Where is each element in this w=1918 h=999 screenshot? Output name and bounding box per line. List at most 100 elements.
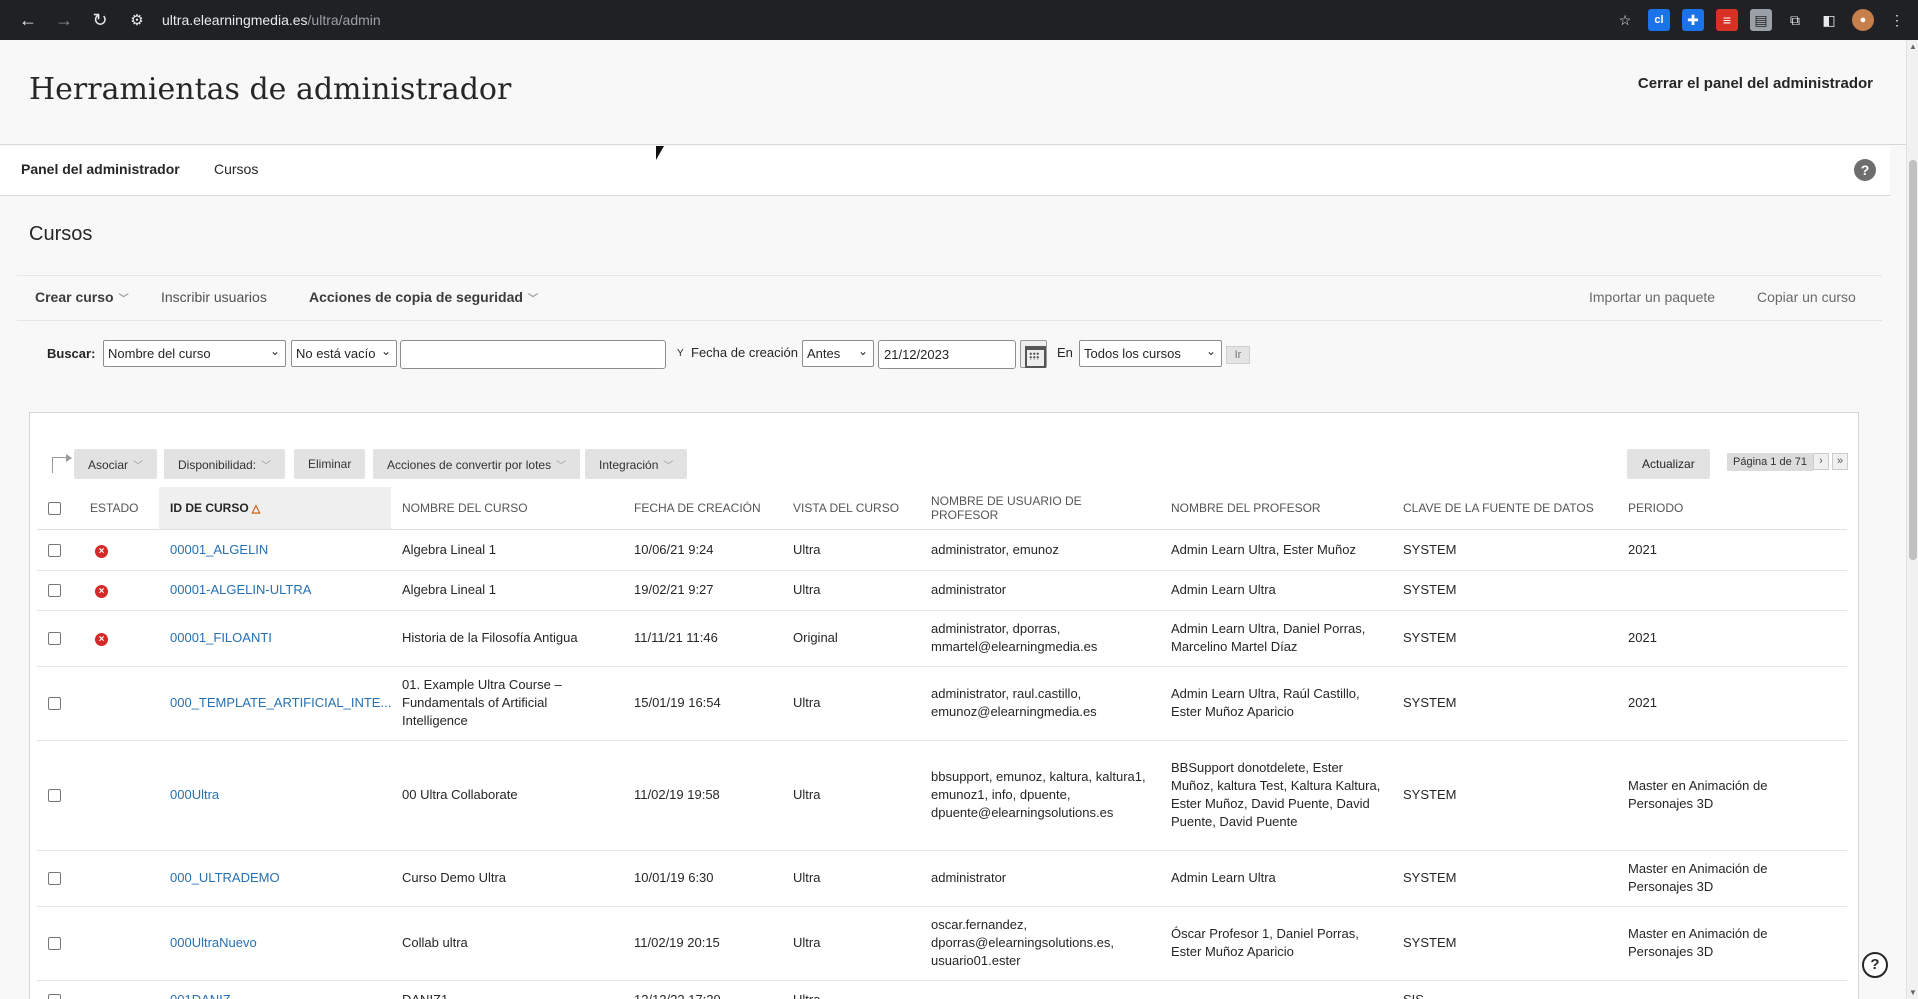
course-id-link[interactable]: 00001-ALGELIN-ULTRA bbox=[170, 582, 311, 597]
view-cell: Original bbox=[782, 610, 920, 667]
last-page-icon[interactable]: » bbox=[1832, 453, 1848, 470]
breadcrumb-courses: Cursos bbox=[214, 161, 259, 177]
instructor-users-cell: administrator bbox=[920, 570, 1160, 611]
courses-table-container: Asociar ﹀ Disponibilidad: ﹀ Eliminar Accio… bbox=[29, 412, 1859, 999]
row-select-cell bbox=[37, 666, 79, 741]
course-id-cell: 00001_ALGELIN bbox=[159, 529, 391, 571]
create-course-menu[interactable]: Crear curso ﹀ bbox=[35, 289, 129, 305]
course-id-cell: 000UltraNuevo bbox=[159, 906, 391, 981]
enroll-users-link[interactable]: Inscribir usuarios bbox=[161, 289, 267, 305]
scrollbar-thumb[interactable] bbox=[1909, 160, 1917, 560]
created-cell: 10/06/21 9:24 bbox=[623, 529, 782, 571]
batch-convert-label: Acciones de convertir por lotes bbox=[387, 458, 552, 472]
row-checkbox[interactable] bbox=[48, 697, 61, 711]
back-icon[interactable]: ← bbox=[10, 10, 46, 31]
browser-menu-icon[interactable]: ⋮ bbox=[1886, 9, 1908, 31]
course-id-link[interactable]: 00001_ALGELIN bbox=[170, 542, 268, 557]
help-icon[interactable]: ? bbox=[1854, 159, 1876, 181]
row-checkbox[interactable] bbox=[48, 789, 61, 803]
term-cell: 2021 bbox=[1617, 529, 1847, 571]
row-checkbox[interactable] bbox=[48, 543, 61, 557]
course-scope-select[interactable]: Todos los cursos ⌄ bbox=[1079, 340, 1222, 367]
bookmark-star-icon[interactable]: ☆ bbox=[1614, 9, 1636, 31]
date-input[interactable]: 21/12/2023 bbox=[878, 340, 1016, 369]
col-view[interactable]: VISTA DEL CURSO bbox=[782, 487, 920, 530]
date-operator-select[interactable]: Antes ⌄ bbox=[802, 340, 874, 367]
side-panel-icon[interactable]: ◧ bbox=[1818, 9, 1840, 31]
profile-avatar[interactable]: ● bbox=[1852, 9, 1874, 31]
extension-page-icon[interactable]: ▤ bbox=[1750, 9, 1772, 31]
data-source-cell: SYSTEM bbox=[1392, 529, 1617, 571]
table-row: 000UltraNuevo Collab ultra 11/02/19 20:1… bbox=[37, 906, 1847, 981]
availability-button[interactable]: Disponibilidad: ﹀ bbox=[164, 449, 286, 479]
search-input[interactable] bbox=[400, 340, 666, 369]
course-name-cell: Collab ultra bbox=[391, 906, 623, 981]
search-field-select[interactable]: Nombre del curso ⌄ bbox=[103, 340, 286, 367]
course-id-link[interactable]: 000Ultra bbox=[170, 787, 219, 802]
col-data-source[interactable]: CLAVE DE LA FUENTE DE DATOS bbox=[1392, 487, 1617, 530]
extension-cl-icon[interactable]: cl bbox=[1648, 9, 1670, 31]
col-status[interactable]: ESTADO bbox=[79, 487, 159, 530]
next-page-icon[interactable]: › bbox=[1813, 453, 1829, 470]
created-cell: 11/02/19 20:15 bbox=[623, 906, 782, 981]
integration-button[interactable]: Integración ﹀ bbox=[585, 449, 688, 479]
row-checkbox[interactable] bbox=[48, 632, 61, 646]
search-operator-value: No está vacío bbox=[296, 346, 376, 361]
row-checkbox[interactable] bbox=[48, 994, 61, 999]
status-cell bbox=[79, 850, 159, 907]
reload-icon[interactable]: ↻ bbox=[82, 10, 118, 31]
extension-stack-icon[interactable]: ≡ bbox=[1716, 9, 1738, 31]
backup-actions-menu[interactable]: Acciones de copia de seguridad ﹀ bbox=[309, 289, 538, 305]
row-checkbox[interactable] bbox=[48, 584, 61, 598]
created-cell: 15/01/19 16:54 bbox=[623, 666, 782, 741]
course-id-link[interactable]: 000_TEMPLATE_ARTIFICIAL_INTE... bbox=[170, 695, 391, 710]
associate-button[interactable]: Asociar ﹀ bbox=[74, 449, 158, 479]
select-all-checkbox[interactable] bbox=[48, 501, 61, 515]
col-term[interactable]: PERIODO bbox=[1617, 487, 1847, 530]
search-operator-select[interactable]: No está vacío ⌄ bbox=[291, 340, 397, 367]
page-scrollbar[interactable]: ▲ ▼ bbox=[1906, 40, 1918, 999]
floating-help-icon[interactable]: ? bbox=[1862, 952, 1888, 978]
instructor-users-cell: administrator, raul.castillo, emunoz@ele… bbox=[920, 666, 1160, 741]
refresh-button[interactable]: Actualizar bbox=[1627, 449, 1710, 479]
course-id-link[interactable]: 00001_FILOANTI bbox=[170, 630, 272, 645]
breadcrumb-admin-panel[interactable]: Panel del administrador bbox=[21, 161, 180, 177]
course-name-cell: Curso Demo Ultra bbox=[391, 850, 623, 907]
row-checkbox[interactable] bbox=[48, 872, 61, 886]
col-created[interactable]: FECHA DE CREACIÓN bbox=[623, 487, 782, 530]
status-cell bbox=[79, 740, 159, 851]
delete-button[interactable]: Eliminar bbox=[294, 449, 366, 479]
row-checkbox[interactable] bbox=[48, 937, 61, 951]
row-select-cell bbox=[37, 980, 79, 999]
view-cell: Ultra bbox=[782, 850, 920, 907]
extension-plus-icon[interactable]: ✚ bbox=[1682, 9, 1704, 31]
scroll-up-icon[interactable]: ▲ bbox=[1909, 42, 1917, 51]
course-id-link[interactable]: 000UltraNuevo bbox=[170, 935, 257, 950]
col-course-id-label: ID DE CURSO bbox=[170, 500, 249, 515]
site-settings-icon[interactable]: ⚙ bbox=[124, 11, 150, 29]
chevron-down-icon: ﹀ bbox=[118, 294, 129, 305]
forward-icon[interactable]: → bbox=[46, 10, 82, 31]
address-bar[interactable]: ultra.elearningmedia.es/ultra/admin bbox=[162, 12, 381, 28]
term-cell bbox=[1617, 980, 1847, 999]
table-row: 000_ULTRADEMO Curso Demo Ultra 10/01/19 … bbox=[37, 850, 1847, 907]
course-id-link[interactable]: 001DANIZ bbox=[170, 992, 231, 999]
course-id-link[interactable]: 000_ULTRADEMO bbox=[170, 870, 280, 885]
extensions-puzzle-icon[interactable]: ⧉ bbox=[1784, 9, 1806, 31]
import-package-link[interactable]: Importar un paquete bbox=[1589, 289, 1715, 305]
go-button[interactable]: Ir bbox=[1226, 346, 1250, 364]
col-instructor-names[interactable]: NOMBRE DEL PROFESOR bbox=[1160, 487, 1392, 530]
calendar-icon[interactable] bbox=[1020, 340, 1047, 368]
page-title: Herramientas de administrador bbox=[29, 72, 512, 107]
col-course-name[interactable]: NOMBRE DEL CURSO bbox=[391, 487, 623, 530]
close-admin-panel-link[interactable]: Cerrar el panel del administrador bbox=[1638, 75, 1873, 92]
term-cell: 2021 bbox=[1617, 610, 1847, 667]
col-course-id[interactable]: ID DE CURSO △ bbox=[159, 487, 391, 530]
chevron-down-icon: ﹀ bbox=[261, 461, 272, 472]
copy-course-link[interactable]: Copiar un curso bbox=[1757, 289, 1856, 305]
col-instructor-users[interactable]: NOMBRE DE USUARIO DE PROFESOR bbox=[920, 487, 1160, 530]
table-row: 000_TEMPLATE_ARTIFICIAL_INTE... 01. Exam… bbox=[37, 666, 1847, 741]
created-cell: 12/12/22 17:29 bbox=[623, 980, 782, 999]
batch-convert-button[interactable]: Acciones de convertir por lotes ﹀ bbox=[373, 449, 581, 479]
scroll-down-icon[interactable]: ▼ bbox=[1909, 988, 1917, 997]
